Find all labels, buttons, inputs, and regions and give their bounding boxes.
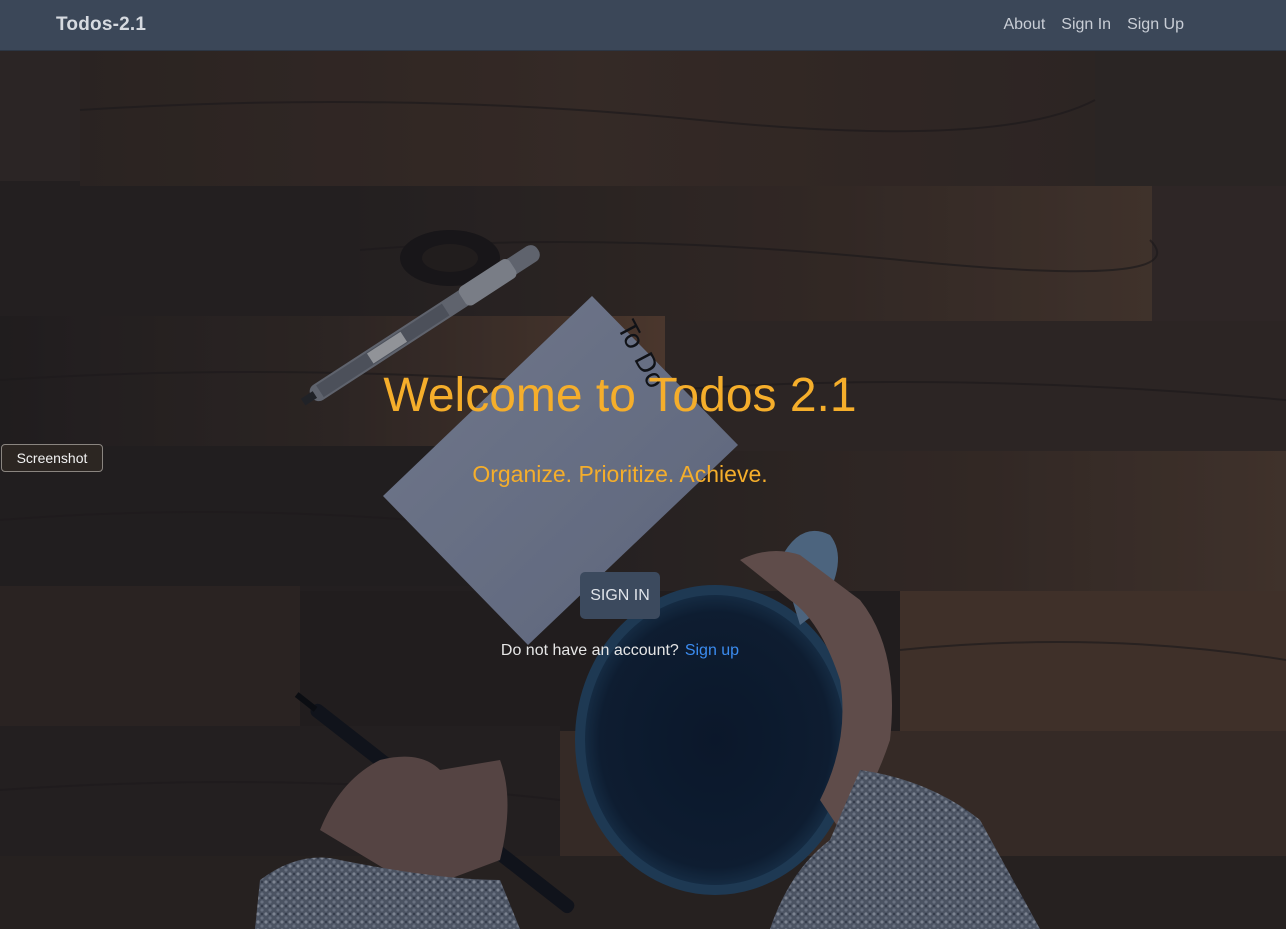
sign-up-link[interactable]: Sign up (685, 642, 739, 659)
brand-logo[interactable]: Todos-2.1 (56, 14, 146, 36)
account-prompt-line: Do not have an account? Sign up (0, 642, 1240, 660)
navbar: Todos-2.1 About Sign In Sign Up (0, 0, 1286, 51)
nav-signin-link[interactable]: Sign In (1061, 16, 1111, 34)
hero-background-image: To Do (0, 51, 1286, 929)
nav-about-link[interactable]: About (1003, 16, 1045, 34)
nav-links: About Sign In Sign Up (1003, 16, 1184, 34)
sign-in-button[interactable]: SIGN IN (580, 572, 660, 619)
hero-subtitle: Organize. Prioritize. Achieve. (472, 461, 768, 487)
screenshot-button[interactable]: Screenshot (1, 444, 103, 472)
account-prompt-text: Do not have an account? (500, 642, 679, 659)
nav-signup-link[interactable]: Sign Up (1127, 16, 1184, 34)
hero-title: Welcome to Todos 2.1 (383, 369, 857, 422)
